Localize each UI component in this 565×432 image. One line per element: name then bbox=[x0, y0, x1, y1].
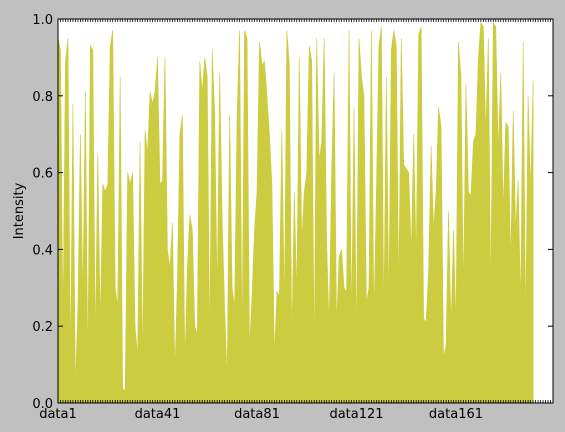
area-chart: 0.00.20.40.60.81.0 data1 data41 data81 data… bbox=[12, 13, 554, 422]
y-tick-label: 0.2 bbox=[32, 320, 53, 335]
x-tick-label: data121 bbox=[329, 407, 383, 422]
x-tick-label: data81 bbox=[234, 407, 280, 422]
y-axis-label: Intensity bbox=[12, 182, 27, 239]
y-tick-label: 0.4 bbox=[32, 243, 53, 258]
y-tick-label: 1.0 bbox=[32, 13, 53, 28]
y-tick-label: 0.6 bbox=[32, 167, 53, 182]
x-tick-label: data1 bbox=[39, 407, 77, 422]
x-tick-label: data41 bbox=[135, 407, 181, 422]
chart-figure: 0.0 0.2 0.4 0.6 0.8 1.0 data1 data41 data81 data… bbox=[0, 0, 565, 428]
y-tick-label: 0.8 bbox=[32, 90, 53, 105]
x-tick-label: data161 bbox=[429, 407, 483, 422]
